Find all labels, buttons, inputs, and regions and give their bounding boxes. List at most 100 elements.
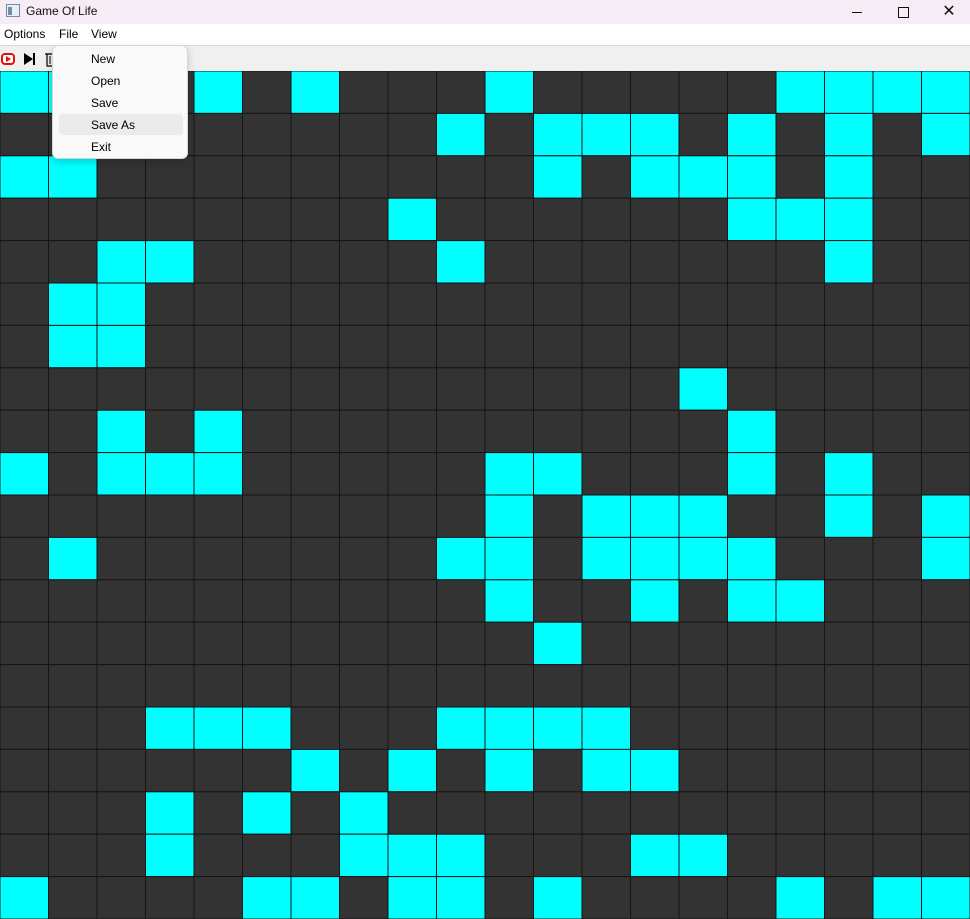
cell-dead[interactable] bbox=[339, 155, 389, 199]
cell-dead[interactable] bbox=[339, 748, 389, 793]
cell-dead[interactable] bbox=[921, 833, 970, 878]
cell-alive[interactable] bbox=[96, 282, 146, 326]
cell-alive[interactable] bbox=[581, 112, 631, 157]
cell-dead[interactable] bbox=[630, 452, 680, 496]
cell-dead[interactable] bbox=[339, 494, 389, 538]
cell-dead[interactable] bbox=[581, 324, 631, 369]
cell-alive[interactable] bbox=[678, 833, 728, 878]
cell-dead[interactable] bbox=[96, 197, 146, 242]
cell-dead[interactable] bbox=[727, 494, 777, 538]
cell-dead[interactable] bbox=[96, 791, 146, 835]
cell-dead[interactable] bbox=[824, 748, 874, 793]
cell-alive[interactable] bbox=[96, 324, 146, 369]
cell-dead[interactable] bbox=[727, 833, 777, 878]
cell-alive[interactable] bbox=[824, 155, 874, 199]
cell-dead[interactable] bbox=[484, 621, 534, 666]
cell-dead[interactable] bbox=[0, 833, 49, 878]
life-grid-canvas[interactable] bbox=[0, 71, 970, 919]
cell-dead[interactable] bbox=[824, 579, 874, 623]
cell-alive[interactable] bbox=[824, 112, 874, 157]
cell-alive[interactable] bbox=[824, 197, 874, 242]
cell-dead[interactable] bbox=[145, 409, 195, 454]
cell-alive[interactable] bbox=[630, 155, 680, 199]
cell-dead[interactable] bbox=[193, 155, 243, 199]
cell-dead[interactable] bbox=[193, 748, 243, 793]
cell-dead[interactable] bbox=[145, 876, 195, 919]
cell-dead[interactable] bbox=[0, 112, 49, 157]
life-grid[interactable] bbox=[0, 71, 970, 919]
cell-dead[interactable] bbox=[630, 409, 680, 454]
cell-dead[interactable] bbox=[339, 876, 389, 919]
cell-dead[interactable] bbox=[339, 621, 389, 666]
cell-dead[interactable] bbox=[533, 833, 583, 878]
cell-dead[interactable] bbox=[242, 494, 292, 538]
cell-dead[interactable] bbox=[0, 409, 49, 454]
cell-alive[interactable] bbox=[581, 706, 631, 750]
cell-alive[interactable] bbox=[824, 240, 874, 284]
cell-dead[interactable] bbox=[145, 494, 195, 538]
cell-dead[interactable] bbox=[290, 494, 340, 538]
maximize-button[interactable] bbox=[880, 0, 926, 24]
cell-dead[interactable] bbox=[436, 791, 486, 835]
cell-dead[interactable] bbox=[533, 71, 583, 114]
cell-dead[interactable] bbox=[290, 833, 340, 878]
cell-dead[interactable] bbox=[242, 71, 292, 114]
cell-dead[interactable] bbox=[193, 579, 243, 623]
cell-dead[interactable] bbox=[484, 155, 534, 199]
cell-dead[interactable] bbox=[824, 621, 874, 666]
cell-dead[interactable] bbox=[581, 833, 631, 878]
cell-dead[interactable] bbox=[630, 324, 680, 369]
cell-dead[interactable] bbox=[96, 155, 146, 199]
cell-dead[interactable] bbox=[824, 282, 874, 326]
cell-dead[interactable] bbox=[872, 197, 922, 242]
cell-dead[interactable] bbox=[290, 664, 340, 708]
cell-dead[interactable] bbox=[339, 367, 389, 411]
cell-dead[interactable] bbox=[0, 367, 49, 411]
cell-dead[interactable] bbox=[242, 324, 292, 369]
cell-dead[interactable] bbox=[242, 409, 292, 454]
cell-dead[interactable] bbox=[193, 282, 243, 326]
cell-dead[interactable] bbox=[678, 452, 728, 496]
cell-dead[interactable] bbox=[387, 536, 437, 581]
cell-dead[interactable] bbox=[533, 197, 583, 242]
cell-alive[interactable] bbox=[484, 71, 534, 114]
cell-dead[interactable] bbox=[436, 664, 486, 708]
cell-dead[interactable] bbox=[96, 621, 146, 666]
cell-dead[interactable] bbox=[48, 706, 98, 750]
cell-dead[interactable] bbox=[921, 282, 970, 326]
cell-dead[interactable] bbox=[436, 621, 486, 666]
cell-dead[interactable] bbox=[484, 282, 534, 326]
cell-dead[interactable] bbox=[0, 324, 49, 369]
cell-dead[interactable] bbox=[630, 197, 680, 242]
cell-alive[interactable] bbox=[193, 71, 243, 114]
cell-alive[interactable] bbox=[484, 452, 534, 496]
cell-dead[interactable] bbox=[533, 282, 583, 326]
cell-alive[interactable] bbox=[145, 833, 195, 878]
cell-dead[interactable] bbox=[339, 112, 389, 157]
cell-alive[interactable] bbox=[533, 452, 583, 496]
cell-dead[interactable] bbox=[678, 876, 728, 919]
cell-dead[interactable] bbox=[872, 536, 922, 581]
cell-dead[interactable] bbox=[339, 71, 389, 114]
cell-dead[interactable] bbox=[921, 409, 970, 454]
cell-dead[interactable] bbox=[48, 197, 98, 242]
cell-dead[interactable] bbox=[484, 324, 534, 369]
cell-dead[interactable] bbox=[775, 240, 825, 284]
cell-alive[interactable] bbox=[484, 494, 534, 538]
cell-alive[interactable] bbox=[533, 621, 583, 666]
cell-dead[interactable] bbox=[242, 155, 292, 199]
cell-dead[interactable] bbox=[339, 324, 389, 369]
cell-dead[interactable] bbox=[775, 706, 825, 750]
cell-dead[interactable] bbox=[872, 748, 922, 793]
cell-dead[interactable] bbox=[436, 155, 486, 199]
cell-alive[interactable] bbox=[436, 536, 486, 581]
cell-dead[interactable] bbox=[484, 367, 534, 411]
cell-dead[interactable] bbox=[387, 282, 437, 326]
cell-dead[interactable] bbox=[581, 579, 631, 623]
menu-item-save[interactable]: Save bbox=[59, 92, 183, 113]
cell-dead[interactable] bbox=[290, 409, 340, 454]
cell-alive[interactable] bbox=[533, 876, 583, 919]
cell-alive[interactable] bbox=[484, 579, 534, 623]
cell-dead[interactable] bbox=[678, 71, 728, 114]
cell-alive[interactable] bbox=[48, 324, 98, 369]
